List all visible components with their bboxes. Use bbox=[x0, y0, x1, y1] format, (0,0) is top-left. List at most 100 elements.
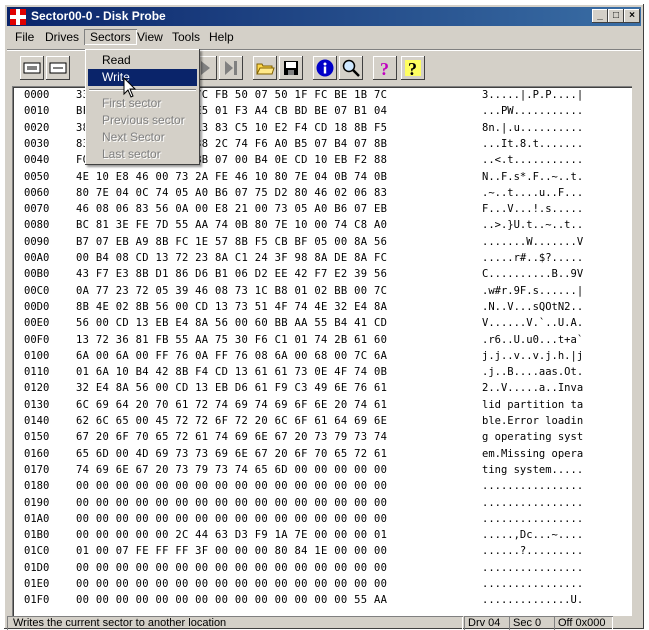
info-button[interactable] bbox=[313, 56, 337, 80]
hex-row-ascii[interactable]: .N..V...sQOtN2.. bbox=[482, 301, 632, 314]
menu-view[interactable]: View bbox=[131, 29, 169, 45]
hex-row-bytes[interactable]: BC 81 3E FE 7D 55 AA 74 0B 80 7E 10 00 7… bbox=[76, 219, 466, 232]
hex-row-bytes[interactable]: 01 00 07 FE FF FF 3F 00 00 00 80 84 1E 0… bbox=[76, 545, 466, 558]
hex-row: 0130 6C 69 64 20 70 61 72 74 69 74 69 6F … bbox=[12, 399, 632, 412]
hex-row-bytes[interactable]: 32 E4 8A 56 00 CD 13 EB D6 61 F9 C3 49 6… bbox=[76, 382, 466, 395]
maximize-button[interactable]: □ bbox=[608, 9, 624, 23]
save-button[interactable] bbox=[279, 56, 303, 80]
hex-row-bytes[interactable]: 4E 10 E8 46 00 73 2A FE 46 10 80 7E 04 0… bbox=[76, 171, 466, 184]
hex-row-bytes[interactable]: 67 20 6F 70 65 72 61 74 69 6E 67 20 73 7… bbox=[76, 431, 466, 444]
hex-row-offset: 0070 bbox=[24, 203, 50, 216]
hex-row-ascii[interactable]: ................ bbox=[482, 497, 632, 510]
hex-row-bytes[interactable]: 00 00 00 00 00 00 00 00 00 00 00 00 00 0… bbox=[76, 594, 466, 607]
hex-row-ascii[interactable]: g operating syst bbox=[482, 431, 632, 444]
hex-row-ascii[interactable]: ting system..... bbox=[482, 464, 632, 477]
vertical-scrollbar[interactable] bbox=[632, 86, 642, 616]
hex-row-bytes[interactable]: 00 00 00 00 00 00 00 00 00 00 00 00 00 0… bbox=[76, 578, 466, 591]
open-button[interactable] bbox=[253, 56, 277, 80]
hex-row-offset: 00B0 bbox=[24, 268, 50, 281]
hex-row-ascii[interactable]: ................ bbox=[482, 562, 632, 575]
hex-row-offset: 01E0 bbox=[24, 578, 50, 590]
hex-row-ascii[interactable]: ble.Error loadin bbox=[482, 415, 632, 428]
hex-row-bytes[interactable]: 0A 77 23 72 05 39 46 08 73 1C B8 01 02 B… bbox=[76, 285, 466, 298]
menu-file[interactable]: File bbox=[9, 29, 40, 45]
title-bar[interactable]: Sector00-0 - Disk Probe _ □ × bbox=[7, 7, 641, 26]
hex-row-ascii[interactable]: ................ bbox=[482, 480, 632, 493]
sector-view-button[interactable] bbox=[20, 56, 44, 80]
hex-row-ascii[interactable]: 2..V.....a..Inva bbox=[482, 382, 632, 395]
hex-row-ascii[interactable]: j.j..v..v.j.h.|j bbox=[482, 350, 632, 363]
hex-row-ascii[interactable]: .....,Dc...~.... bbox=[482, 529, 632, 542]
hex-row-ascii[interactable]: lid partition ta bbox=[482, 399, 632, 412]
menu-drives[interactable]: Drives bbox=[39, 29, 85, 45]
disk-probe-app-icon bbox=[10, 9, 26, 25]
hex-row-ascii[interactable]: 8n.|.u.......... bbox=[482, 122, 632, 135]
hex-row-ascii[interactable]: ..............U. bbox=[482, 594, 632, 607]
hex-row-ascii[interactable]: ................ bbox=[482, 513, 632, 526]
minimize-button[interactable]: _ bbox=[592, 9, 608, 23]
hex-row: 00E0 56 00 CD 13 EB E4 8A 56 00 60 BB AA … bbox=[12, 317, 632, 330]
hex-row-bytes[interactable]: 13 72 36 81 FB 55 AA 75 30 F6 C1 01 74 2… bbox=[76, 334, 466, 347]
hex-row-bytes[interactable]: 46 08 06 83 56 0A 00 E8 21 00 73 05 A0 B… bbox=[76, 203, 466, 216]
search-button[interactable] bbox=[339, 56, 363, 80]
close-button[interactable]: × bbox=[624, 9, 640, 23]
hex-row-offset: 0000 bbox=[24, 89, 50, 101]
menu-item-last-sector[interactable]: Last sector bbox=[88, 146, 197, 163]
hex-row-bytes[interactable]: 8B 4E 02 8B 56 00 CD 13 73 51 4F 74 4E 3… bbox=[76, 301, 466, 314]
status-sector: Sec 0 bbox=[509, 616, 555, 630]
menu-tools[interactable]: Tools bbox=[166, 29, 206, 45]
hex-row: 01E0 00 00 00 00 00 00 00 00 00 00 00 00 … bbox=[12, 578, 632, 591]
hex-row-bytes[interactable]: 80 7E 04 0C 74 05 A0 B6 07 75 D2 80 46 0… bbox=[76, 187, 466, 200]
hex-row-ascii[interactable]: .r6..U.u0...t+a` bbox=[482, 334, 632, 347]
hex-row-ascii[interactable]: .......W.......V bbox=[482, 236, 632, 249]
hex-row-ascii[interactable]: ...PW........... bbox=[482, 105, 632, 118]
hex-row-bytes[interactable]: 00 00 00 00 00 00 00 00 00 00 00 00 00 0… bbox=[76, 562, 466, 575]
hex-row-ascii[interactable]: .....r#..$?..... bbox=[482, 252, 632, 265]
hex-row-ascii[interactable]: ..>.}U.t..~..t.. bbox=[482, 219, 632, 232]
menu-sectors[interactable]: Sectors bbox=[84, 29, 137, 45]
hex-row-bytes[interactable]: 00 00 00 00 00 2C 44 63 D3 F9 1A 7E 00 0… bbox=[76, 529, 466, 542]
hex-row-bytes[interactable]: 56 00 CD 13 EB E4 8A 56 00 60 BB AA 55 B… bbox=[76, 317, 466, 330]
hex-row-bytes[interactable]: 00 00 00 00 00 00 00 00 00 00 00 00 00 0… bbox=[76, 497, 466, 510]
hex-row-ascii[interactable]: ................ bbox=[482, 578, 632, 591]
hex-row-ascii[interactable]: .w#r.9F.s......| bbox=[482, 285, 632, 298]
hex-row-bytes[interactable]: 62 6C 65 00 45 72 72 6F 72 20 6C 6F 61 6… bbox=[76, 415, 466, 428]
hex-row-ascii[interactable]: em.Missing opera bbox=[482, 448, 632, 461]
hex-row-bytes[interactable]: 00 00 00 00 00 00 00 00 00 00 00 00 00 0… bbox=[76, 480, 466, 493]
hex-row-bytes[interactable]: 6C 69 64 20 70 61 72 74 69 74 69 6F 6E 2… bbox=[76, 399, 466, 412]
hex-row-ascii[interactable]: V......V.`..U.A. bbox=[482, 317, 632, 330]
hex-row-ascii[interactable]: ..<.t........... bbox=[482, 154, 632, 167]
hex-row-ascii[interactable]: ...It.8.t....... bbox=[482, 138, 632, 151]
context-help-button[interactable]: ? bbox=[401, 56, 425, 80]
menu-item-next-sector[interactable]: Next Sector bbox=[88, 129, 197, 146]
partition-view-button[interactable] bbox=[46, 56, 70, 80]
hex-row-bytes[interactable]: 74 69 6E 67 20 73 79 73 74 65 6D 00 00 0… bbox=[76, 464, 466, 477]
menu-help[interactable]: Help bbox=[203, 29, 240, 45]
last-sector-button[interactable] bbox=[219, 56, 243, 80]
hex-row-ascii[interactable]: 3.....|.P.P....| bbox=[482, 89, 632, 102]
hex-row-bytes[interactable]: 6A 00 6A 00 FF 76 0A FF 76 08 6A 00 68 0… bbox=[76, 350, 466, 363]
info-icon bbox=[316, 59, 334, 77]
hex-row-offset: 0040 bbox=[24, 154, 50, 167]
hex-row-bytes[interactable]: 65 6D 00 4D 69 73 73 69 6E 67 20 6F 70 6… bbox=[76, 448, 466, 461]
menu-item-first-sector[interactable]: First sector bbox=[88, 95, 197, 112]
status-drive: Drv 04 bbox=[464, 616, 510, 630]
hex-row-ascii[interactable]: .j..B....aas.Ot. bbox=[482, 366, 632, 379]
hex-row-offset: 00C0 bbox=[24, 284, 50, 297]
hex-view[interactable]: 0000 33 C0 8E D0 BC 00 7C FB 50 07 50 1F … bbox=[12, 86, 632, 616]
hex-row-bytes[interactable]: B7 07 EB A9 8B FC 1E 57 8B F5 CB BF 05 0… bbox=[76, 236, 466, 249]
hex-row-ascii[interactable]: N..F.s*.F..~..t. bbox=[482, 171, 632, 184]
menu-item-write[interactable]: Write bbox=[88, 69, 197, 86]
hex-row-bytes[interactable]: 43 F7 E3 8B D1 86 D6 B1 06 D2 EE 42 F7 E… bbox=[76, 268, 466, 281]
hex-row-bytes[interactable]: 00 00 00 00 00 00 00 00 00 00 00 00 00 0… bbox=[76, 513, 466, 526]
help-button[interactable]: ? bbox=[373, 56, 397, 80]
hex-row-bytes[interactable]: 00 B4 08 CD 13 72 23 8A C1 24 3F 98 8A D… bbox=[76, 252, 466, 265]
menu-item-previous-sector[interactable]: Previous sector bbox=[88, 112, 197, 129]
mouse-cursor-icon bbox=[123, 77, 137, 98]
hex-row-ascii[interactable]: ......?......... bbox=[482, 545, 632, 558]
hex-row-ascii[interactable]: C..........B..9V bbox=[482, 268, 632, 281]
hex-row-ascii[interactable]: .~..t....u..F... bbox=[482, 187, 632, 200]
menu-item-read[interactable]: Read bbox=[88, 52, 197, 69]
hex-row-bytes[interactable]: 01 6A 10 B4 42 8B F4 CD 13 61 61 73 0E 4… bbox=[76, 366, 466, 379]
hex-row-ascii[interactable]: F...V...!.s..... bbox=[482, 203, 632, 216]
